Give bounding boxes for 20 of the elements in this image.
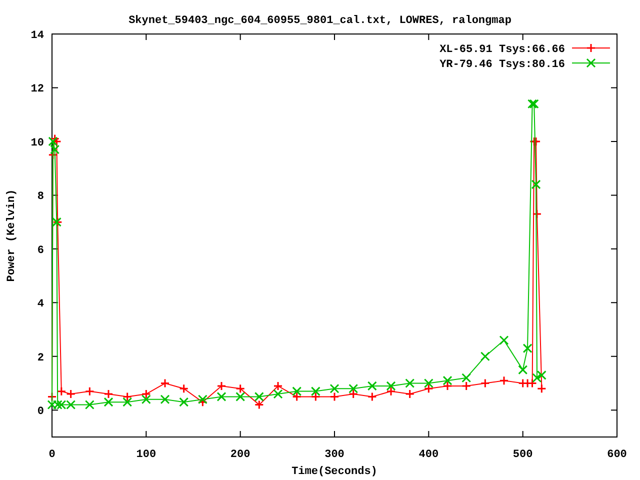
x-tick-label: 100 bbox=[136, 449, 156, 461]
y-tick-label: 10 bbox=[30, 137, 44, 150]
chart-title: Skynet_59403_ngc_604_60955_9801_cal.txt, LOWRES, ralongmap bbox=[128, 15, 512, 27]
x-axis-label: Time(Seconds) bbox=[292, 466, 378, 478]
x-tick-label: 600 bbox=[607, 449, 627, 461]
y-tick-label: 4 bbox=[37, 298, 44, 311]
y-tick-label: 6 bbox=[37, 244, 44, 257]
x-tick-label: 300 bbox=[324, 449, 344, 461]
x-tick-label: 200 bbox=[230, 449, 250, 461]
x-tick-label: 0 bbox=[48, 449, 56, 461]
legend-label: YR-79.46 Tsys:80.16 bbox=[440, 59, 565, 71]
y-tick-label: 8 bbox=[37, 191, 44, 204]
x-tick-label: 500 bbox=[512, 449, 533, 461]
y-tick-label: 2 bbox=[37, 352, 44, 364]
y-tick-label: 0 bbox=[37, 406, 44, 418]
y-tick-label: 12 bbox=[30, 84, 44, 96]
y-tick-label: 14 bbox=[30, 30, 44, 42]
y-axis-label: Power (Kelvin) bbox=[6, 189, 18, 282]
x-tick-label: 400 bbox=[418, 449, 439, 461]
legend-label: XL-65.91 Tsys:66.66 bbox=[440, 44, 565, 56]
